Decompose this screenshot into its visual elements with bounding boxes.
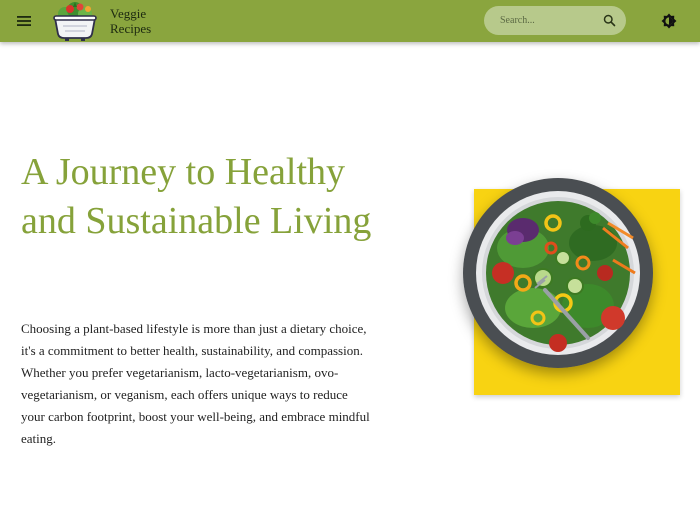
hero-description: Choosing a plant-based lifestyle is more… — [21, 321, 370, 446]
salad-bowl-logo[interactable] — [51, 0, 99, 42]
menu-icon — [17, 16, 31, 26]
brand-name[interactable]: Veggie Recipes — [110, 6, 151, 36]
hero-title: A Journey to Healthy and Sustainable Liv… — [21, 151, 372, 242]
search-box — [484, 6, 626, 35]
search-input[interactable] — [500, 11, 600, 30]
brand-line-2: Recipes — [110, 21, 152, 36]
top-app-bar: Veggie Recipes — [0, 0, 700, 42]
search-icon — [603, 14, 616, 27]
search-button[interactable] — [602, 13, 617, 28]
salad-bowl-photo — [463, 178, 653, 368]
theme-toggle-button[interactable] — [660, 12, 678, 30]
brightness-icon — [661, 13, 677, 29]
menu-button[interactable] — [13, 10, 35, 32]
brand-line-1: Veggie — [110, 6, 147, 21]
